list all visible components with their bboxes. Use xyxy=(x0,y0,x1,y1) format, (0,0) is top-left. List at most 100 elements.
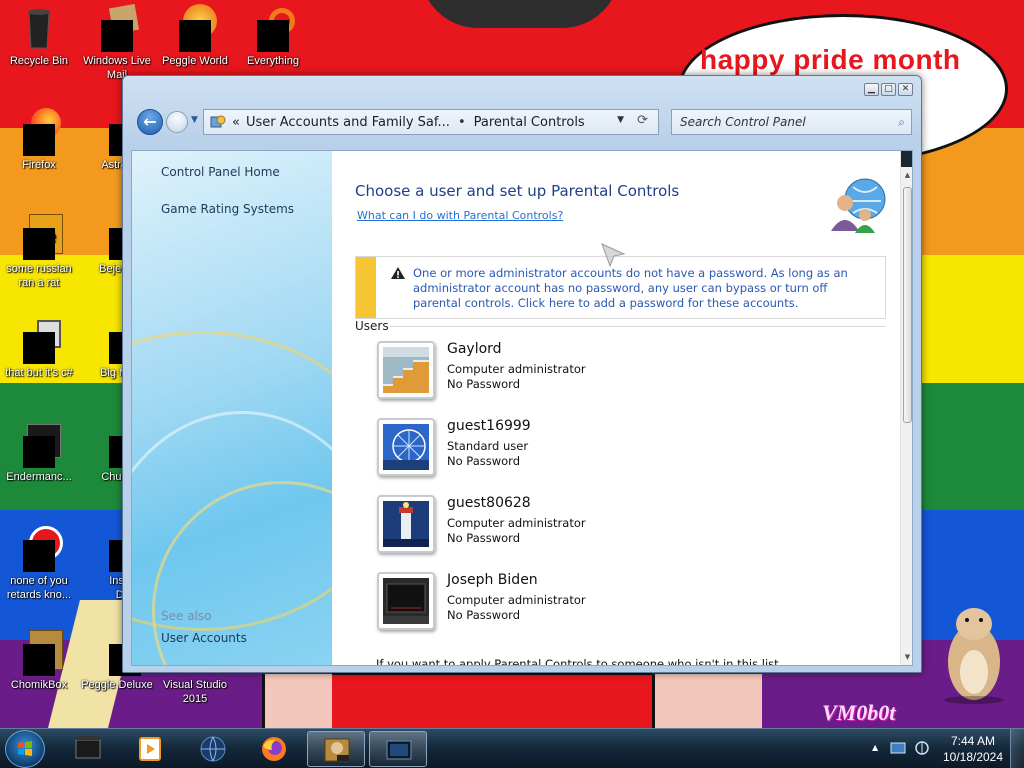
show-desktop-button[interactable] xyxy=(1010,729,1024,768)
user-role: Standard user xyxy=(447,439,529,453)
desktop-icon-firefox[interactable]: Firefox xyxy=(0,108,78,172)
desktop-icon-some-russian-ran-a-rat[interactable]: e some russian ran a rat xyxy=(0,212,78,290)
parental-controls-icon xyxy=(831,178,886,233)
game-rating-systems-link[interactable]: Game Rating Systems xyxy=(161,202,294,216)
user-picture xyxy=(377,495,435,553)
taskbar-media-player[interactable] xyxy=(121,731,179,767)
desktop-icon-everything[interactable]: Everything xyxy=(234,4,312,68)
globe-icon xyxy=(200,736,226,762)
taskbar-chomikbox[interactable] xyxy=(307,731,365,767)
user-tile-joseph-biden[interactable]: Joseph Biden Computer administrator No P… xyxy=(377,572,777,636)
wallpaper-character-head xyxy=(420,0,620,28)
taskbar-explorer[interactable] xyxy=(59,731,117,767)
user-name: Gaylord xyxy=(447,341,502,357)
see-also-heading: See also xyxy=(161,609,212,623)
breadcrumb-separator: • xyxy=(457,114,466,130)
desktop-icon-label: that but it's c# xyxy=(5,367,73,379)
desktop-icon-peggle-world[interactable]: Peggle World xyxy=(156,4,234,68)
desktop-icon-label: Peggle World xyxy=(162,55,228,67)
parental-controls-window: ▁ □ ✕ ← ▼ « User Accounts and Family Saf… xyxy=(122,75,922,673)
peggle-icon xyxy=(171,4,219,52)
scroll-up-button[interactable]: ▲ xyxy=(902,171,912,183)
firefox-icon xyxy=(15,108,63,156)
clock-time[interactable]: 7:44 AM xyxy=(938,734,1008,748)
clock-date[interactable]: 10/18/2024 xyxy=(938,750,1008,764)
network-icon[interactable] xyxy=(914,741,930,755)
window-controls: ▁ □ ✕ xyxy=(864,83,913,96)
desktop-icon-label: none of you retards kno... xyxy=(6,575,72,601)
search-icon[interactable]: ⌕ xyxy=(898,110,905,134)
user-picture xyxy=(377,572,435,630)
document-icon: e xyxy=(15,212,63,260)
scrollbar-thumb[interactable] xyxy=(903,187,912,423)
user-tile-guest80628[interactable]: guest80628 Computer administrator No Pas… xyxy=(377,495,777,559)
close-button[interactable]: ✕ xyxy=(898,83,913,96)
user-name: Joseph Biden xyxy=(447,572,538,588)
forward-button[interactable] xyxy=(166,111,188,133)
user-tile-gaylord[interactable]: Gaylord Computer administrator No Passwo… xyxy=(377,341,777,405)
user-tile-guest16999[interactable]: guest16999 Standard user No Password xyxy=(377,418,777,482)
user-password-status: No Password xyxy=(447,454,521,468)
wallpaper-shape xyxy=(332,672,652,728)
chomikbox-icon xyxy=(15,628,63,676)
main-pane: Choose a user and set up Parental Contro… xyxy=(332,151,900,666)
desktop-icon-label: Endermanc... xyxy=(6,471,72,483)
taskbar-firefox[interactable] xyxy=(245,731,303,767)
recycle-bin-icon xyxy=(15,4,63,52)
parental-controls-help-link[interactable]: What can I do with Parental Controls? xyxy=(357,209,563,222)
media-player-icon xyxy=(139,737,161,761)
desktop-icon-that-but-its-csharp[interactable]: that but it's c# xyxy=(0,316,78,380)
search-app-icon xyxy=(249,4,297,52)
control-panel-home-link[interactable]: Control Panel Home xyxy=(161,165,280,179)
mouse-cursor-icon xyxy=(601,243,626,268)
desktop-icon-chomikbox[interactable]: ChomikBox xyxy=(0,628,78,692)
taskbar-globe[interactable] xyxy=(184,731,242,767)
breadcrumb-overflow-icon[interactable]: « xyxy=(232,115,240,130)
scroll-down-button[interactable]: ▼ xyxy=(902,653,912,665)
show-hidden-icons-button[interactable]: ▲ xyxy=(872,743,878,752)
windows-logo-icon xyxy=(18,741,32,756)
desktop-icon-windows-live-mail[interactable]: Windows Live Mail xyxy=(78,3,156,82)
users-divider xyxy=(390,326,886,327)
mail-icon xyxy=(93,3,141,52)
address-bar[interactable]: « User Accounts and Family Saf... • Pare… xyxy=(203,109,659,135)
app-icon xyxy=(15,420,63,468)
user-role: Computer administrator xyxy=(447,593,586,607)
minimize-button[interactable]: ▁ xyxy=(864,83,879,96)
back-button[interactable]: ← xyxy=(137,109,163,135)
speech-bubble-text: happy pride month xyxy=(700,44,961,75)
navigation-bar: ← ▼ « User Accounts and Family Saf... • … xyxy=(133,106,913,140)
user-accounts-link[interactable]: User Accounts xyxy=(161,631,247,645)
chomikbox-icon xyxy=(324,738,350,762)
action-center-icon[interactable] xyxy=(890,741,906,755)
address-dropdown-icon[interactable]: ▼ xyxy=(617,115,624,125)
search-placeholder: Search Control Panel xyxy=(680,115,806,129)
users-section-label: Users xyxy=(355,319,389,333)
desktop-icon-recycle-bin[interactable]: Recycle Bin xyxy=(0,4,78,68)
search-input[interactable]: Search Control Panel ⌕ xyxy=(671,109,912,135)
user-name: guest80628 xyxy=(447,495,531,511)
breadcrumb-user-accounts[interactable]: User Accounts and Family Saf... xyxy=(246,115,450,130)
user-password-status: No Password xyxy=(447,608,521,622)
desktop-icon-endermanc[interactable]: Endermanc... xyxy=(0,420,78,484)
user-password-status: No Password xyxy=(447,531,521,545)
hamster-icon xyxy=(944,608,1004,704)
start-button[interactable] xyxy=(5,730,45,768)
content-area: Control Panel Home Game Rating Systems S… xyxy=(131,150,913,666)
footer-note: If you want to apply Parental Controls t… xyxy=(376,657,779,666)
desktop-icon-label: ChomikBox xyxy=(10,679,68,691)
desktop-icon-label: Firefox xyxy=(22,159,56,171)
refresh-icon[interactable]: ⟳ xyxy=(637,113,648,128)
breadcrumb-parental-controls[interactable]: Parental Controls xyxy=(474,115,585,130)
app-icon xyxy=(15,524,63,572)
taskbar-control-panel[interactable] xyxy=(369,731,427,767)
recent-pages-dropdown[interactable]: ▼ xyxy=(191,115,198,125)
desktop-icon-none-of-you[interactable]: none of you retards kno... xyxy=(0,524,78,602)
user-picture xyxy=(377,341,435,399)
user-picture xyxy=(377,418,435,476)
vertical-scrollbar[interactable]: ▲ ▼ xyxy=(900,151,912,665)
desktop-icon-label: Peggle Deluxe xyxy=(81,679,153,691)
maximize-button[interactable]: □ xyxy=(881,83,896,96)
system-tray: ▲ 7:44 AM 10/18/2024 xyxy=(864,729,1024,768)
task-pane: Control Panel Home Game Rating Systems S… xyxy=(132,151,332,665)
